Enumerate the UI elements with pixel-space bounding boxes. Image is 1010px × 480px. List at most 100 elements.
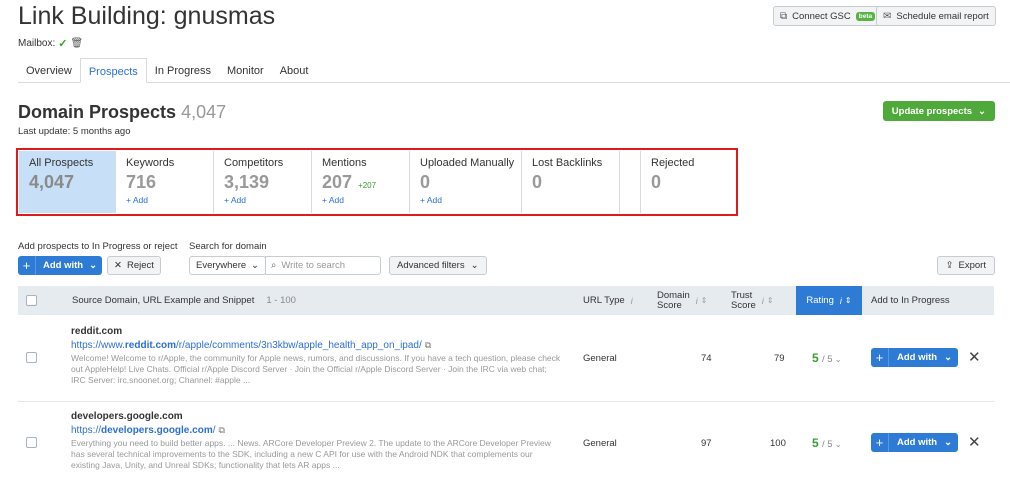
chevron-down-icon: ⌄	[832, 440, 842, 449]
row-snippet: Everything you need to build better apps…	[71, 438, 551, 470]
plus-icon: +	[871, 348, 889, 367]
sort-icon: ⇕	[700, 296, 708, 305]
row-url-link[interactable]: https://www.reddit.com/r/apple/comments/…	[71, 340, 431, 351]
select-all-checkbox[interactable]	[26, 286, 37, 315]
row-checkbox[interactable]	[26, 352, 37, 363]
external-link-icon: ⧉	[218, 425, 225, 435]
mailbox-status: Mailbox: ✓ 🗑	[18, 37, 83, 50]
info-icon: i	[761, 295, 764, 306]
row-domain-score: 74	[701, 353, 712, 364]
reject-button[interactable]: ✕ Reject	[107, 256, 161, 275]
tab-in-progress[interactable]: In Progress	[147, 58, 219, 83]
tab-overview[interactable]: Overview	[18, 58, 80, 83]
card-value: 0	[420, 172, 431, 192]
row-add-with-button[interactable]: + Add with ⌄	[871, 348, 959, 367]
sort-icon: ⇕	[766, 296, 774, 305]
column-range: 1 - 100	[266, 295, 296, 306]
info-icon: i	[839, 295, 842, 306]
row-domain: developers.google.com	[71, 411, 183, 422]
column-url-type[interactable]: URL Type i	[583, 286, 633, 315]
row-snippet: Welcome! Welcome to r/Apple, the communi…	[71, 353, 561, 385]
page-title: Link Building: gnusmas	[18, 2, 276, 30]
trash-icon[interactable]: 🗑	[70, 38, 83, 49]
column-rating-label: Rating	[806, 295, 834, 306]
prospect-categories: All Prospects 4,047 Keywords 716 + Add C…	[19, 151, 739, 213]
tab-monitor[interactable]: Monitor	[219, 58, 272, 83]
card-value: 3,139	[224, 172, 270, 192]
connect-gsc-button[interactable]: ⧉ Connect GSC beta	[773, 6, 883, 26]
search-icon: ⌕	[271, 260, 277, 271]
search-scope-value: Everywhere	[196, 260, 247, 271]
card-rejected[interactable]: Rejected 0	[641, 151, 739, 213]
row-trust-score: 79	[774, 353, 785, 364]
card-value: 716	[126, 172, 157, 192]
search-placeholder: Write to search	[281, 260, 346, 271]
row-reject-icon[interactable]: ✕	[968, 433, 981, 451]
tab-bar: Overview Prospects In Progress Monitor A…	[18, 58, 316, 83]
row-divider	[18, 401, 994, 402]
card-uploaded-manually[interactable]: Uploaded Manually 0 + Add	[410, 151, 522, 213]
update-prospects-button[interactable]: Update prospects ⌄	[882, 101, 995, 121]
card-lost-backlinks[interactable]: Lost Backlinks 0	[522, 151, 620, 213]
row-trust-score: 100	[770, 438, 786, 449]
card-add-link[interactable]: + Add	[420, 195, 511, 205]
card-label: Lost Backlinks	[532, 157, 603, 169]
table-header: Source Domain, URL Example and Snippet 1…	[18, 286, 994, 315]
advanced-filters-button[interactable]: Advanced filters ⌄	[389, 256, 487, 275]
search-domain-label: Search for domain	[189, 241, 267, 252]
schedule-email-report-button[interactable]: ✉ Schedule email report	[876, 6, 996, 26]
row-rating[interactable]: 5 / 5 ⌄	[812, 351, 842, 365]
add-with-label: Add with	[43, 260, 84, 271]
card-all-prospects[interactable]: All Prospects 4,047	[19, 151, 116, 213]
column-add-to-in-progress: Add to In Progress	[871, 295, 950, 306]
connect-gsc-label: Connect GSC	[792, 10, 851, 22]
schedule-report-label: Schedule email report	[896, 10, 989, 22]
card-mentions[interactable]: Mentions 207 +207 + Add	[312, 151, 410, 213]
section-title: Domain Prospects 4,047	[18, 102, 226, 123]
trust-score-label-2: Score	[731, 299, 756, 311]
column-url-type-label: URL Type	[583, 295, 625, 306]
info-icon: i	[630, 295, 633, 306]
advanced-filters-label: Advanced filters	[397, 260, 465, 271]
row-reject-icon[interactable]: ✕	[968, 348, 981, 366]
card-add-link[interactable]: + Add	[322, 195, 399, 205]
tab-prospects[interactable]: Prospects	[79, 58, 147, 83]
section-title-text: Domain Prospects	[18, 102, 177, 122]
row-checkbox[interactable]	[26, 437, 37, 448]
card-add-link[interactable]: + Add	[126, 195, 203, 205]
row-domain: reddit.com	[71, 326, 123, 337]
column-trust-score[interactable]: Trust Score i ⇕	[731, 286, 774, 315]
card-add-link[interactable]: + Add	[224, 195, 301, 205]
search-scope-select[interactable]: Everywhere ⌄	[189, 256, 266, 275]
column-domain-score[interactable]: Domain Score i ⇕	[657, 286, 707, 315]
add-prospects-label: Add prospects to In Progress or reject	[18, 241, 178, 252]
row-add-with-button[interactable]: + Add with ⌄	[871, 433, 959, 452]
card-competitors[interactable]: Competitors 3,139 + Add	[214, 151, 312, 213]
card-empty	[620, 151, 641, 213]
tab-about[interactable]: About	[272, 58, 317, 83]
column-rating[interactable]: Rating i ⇕	[796, 286, 862, 315]
search-input[interactable]: ⌕ Write to search	[265, 256, 381, 275]
update-prospects-label: Update prospects	[891, 105, 973, 117]
external-link-icon: ⧉	[424, 340, 432, 350]
card-keywords[interactable]: Keywords 716 + Add	[116, 151, 214, 213]
prospects-count: 4,047	[181, 102, 227, 122]
card-value: 4,047	[29, 172, 75, 192]
card-label: Competitors	[224, 157, 284, 169]
row-url-type: General	[583, 438, 617, 449]
export-button[interactable]: ⇪ Export	[936, 256, 995, 275]
row-domain-score: 97	[701, 438, 712, 449]
card-label: Mentions	[322, 157, 367, 169]
row-url-link[interactable]: https://developers.google.com/⧉	[71, 425, 225, 436]
column-source: Source Domain, URL Example and Snippet 1…	[72, 286, 296, 315]
row-rating[interactable]: 5 / 5 ⌄	[812, 436, 842, 450]
add-with-button[interactable]: + Add with ⌄	[18, 256, 103, 275]
reject-label: Reject	[126, 260, 154, 271]
export-label: Export	[958, 260, 986, 271]
chevron-down-icon: ⌄	[978, 105, 986, 117]
chevron-down-icon: ⌄	[944, 352, 953, 363]
row-url-type: General	[583, 353, 617, 364]
chevron-down-icon: ⌄	[832, 355, 842, 364]
check-icon: ✓	[58, 38, 68, 50]
card-value: 0	[651, 172, 662, 192]
